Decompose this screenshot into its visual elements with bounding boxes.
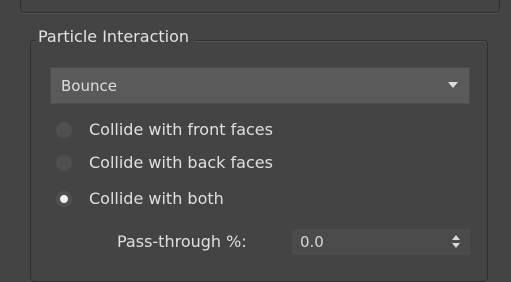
spinner-up-icon[interactable] (452, 235, 460, 240)
interaction-type-dropdown[interactable]: Bounce (50, 67, 470, 104)
radio-button-icon[interactable] (56, 122, 72, 138)
dropdown-selected-value: Bounce (61, 77, 117, 95)
group-title: Particle Interaction (36, 26, 196, 48)
chevron-down-icon (448, 82, 458, 88)
radio-button-checked-icon[interactable] (56, 191, 72, 207)
pass-through-spinner[interactable]: 0.0 (292, 229, 470, 255)
spinner-arrows-icon[interactable] (452, 235, 460, 249)
radio-button-icon[interactable] (56, 155, 72, 171)
spinner-down-icon[interactable] (452, 243, 460, 248)
particle-interaction-panel: { "group": { "title": "Particle Interact… (0, 0, 511, 282)
pass-through-value[interactable]: 0.0 (300, 231, 324, 253)
radio-label: Collide with back faces (89, 153, 273, 172)
pass-through-label: Pass-through %: (117, 232, 247, 251)
radio-label: Collide with front faces (89, 120, 273, 139)
radio-label: Collide with both (89, 189, 224, 208)
previous-group-box-edge (20, 0, 500, 13)
